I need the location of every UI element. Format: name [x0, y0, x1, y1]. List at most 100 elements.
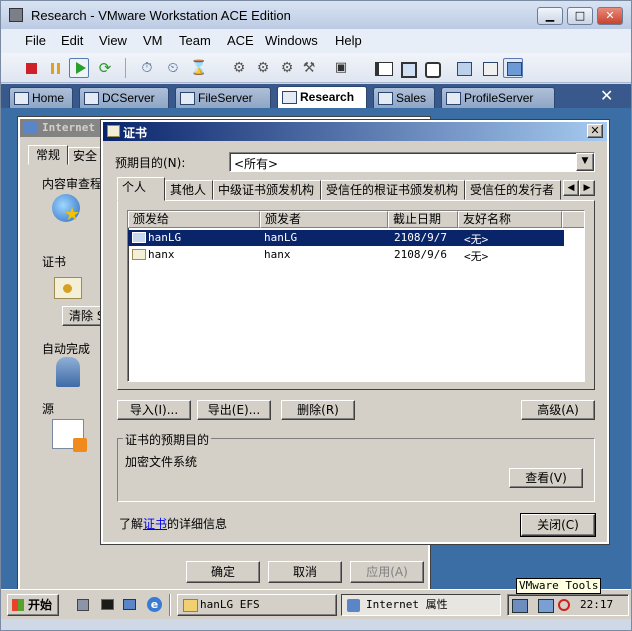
column-friendly-name[interactable]: 友好名称	[458, 211, 562, 228]
reset-icon[interactable]: ⟳	[95, 58, 115, 78]
import-button[interactable]: 导入(I)...	[117, 400, 191, 420]
vm-icon	[84, 92, 99, 105]
menu-edit[interactable]: Edit	[61, 33, 83, 48]
advanced-button[interactable]: 高级(A)	[521, 400, 595, 420]
suspend-icon[interactable]	[45, 58, 65, 78]
certificates-titlebar[interactable]: 证书 ✕	[103, 122, 607, 141]
table-row[interactable]: hanLG hanLG 2108/9/7 <无>	[128, 230, 564, 246]
export-button[interactable]: 导出(E)...	[197, 400, 271, 420]
purposes-group-label: 证书的预期目的	[123, 431, 212, 448]
menu-team[interactable]: Team	[179, 33, 211, 48]
tab-label: Research	[300, 90, 355, 104]
vmware-statusbar	[1, 619, 631, 630]
feeds-icon	[52, 419, 87, 452]
tab-intermediate-ca[interactable]: 中级证书颁发机构	[213, 180, 321, 200]
intended-purpose-select[interactable]: <所有> ▼	[229, 152, 595, 172]
revert-snapshot-icon[interactable]: ⏲	[163, 58, 183, 78]
tab-research[interactable]: Research	[277, 86, 367, 108]
column-issued-by[interactable]: 颁发者	[260, 211, 388, 228]
cancel-button[interactable]: 取消	[268, 561, 342, 583]
close-tab-icon[interactable]: ✕	[600, 86, 613, 105]
menu-ace[interactable]: ACE	[227, 33, 254, 48]
quick-switch-icon[interactable]	[421, 58, 441, 78]
cell-issued-by: hanx	[264, 248, 291, 261]
console-view-icon[interactable]	[503, 58, 523, 78]
team-reset-icon[interactable]: ⚙	[277, 58, 297, 78]
feeds-group-label: 源	[42, 402, 55, 416]
capture-icon[interactable]: ▣	[331, 58, 351, 78]
vmware-titlebar[interactable]: Research - VMware Workstation ACE Editio…	[1, 1, 631, 29]
team-suspend-icon[interactable]: ⚙	[253, 58, 273, 78]
tab-home[interactable]: Home	[9, 87, 73, 108]
team-power-icon[interactable]: ⚙	[229, 58, 249, 78]
minimize-button[interactable]: ▁	[537, 7, 563, 25]
windows-logo-icon	[12, 599, 24, 611]
ie-icon	[24, 121, 37, 134]
tab-scroll-left-icon[interactable]: ◀	[563, 180, 579, 196]
task-hanlg-efs[interactable]: hanLG EFS	[177, 594, 337, 616]
snapshot-icon[interactable]: ⏱	[137, 58, 157, 78]
apply-button[interactable]: 应用(A)	[350, 561, 424, 583]
tab-trusted-root-ca[interactable]: 受信任的根证书颁发机构	[321, 180, 465, 200]
dialog-title: 证书	[123, 126, 148, 140]
network-tray-icon[interactable]	[538, 599, 554, 613]
tab-sales[interactable]: Sales	[373, 87, 435, 108]
certificate-icon	[107, 125, 120, 137]
tab-dcserver[interactable]: DCServer	[79, 87, 169, 108]
purposes-value: 加密文件系统	[125, 455, 198, 469]
column-expiration[interactable]: 截止日期	[388, 211, 458, 228]
tab-label: Home	[32, 91, 65, 105]
power-on-icon[interactable]	[69, 58, 89, 78]
tab-general[interactable]: 常规	[28, 145, 68, 165]
tab-profileserver[interactable]: ProfileServer	[441, 87, 555, 108]
vm-icon	[180, 92, 195, 105]
dialog-close-action-button[interactable]: 关闭(C)	[520, 513, 596, 537]
cell-issued-by: hanLG	[264, 231, 298, 244]
learn-certificates-link[interactable]: 证书	[143, 517, 167, 531]
tab-trusted-publishers[interactable]: 受信任的发行者	[465, 180, 561, 200]
volume-muted-icon[interactable]	[558, 599, 570, 611]
chevron-down-icon[interactable]: ▼	[576, 153, 594, 171]
view-button[interactable]: 查看(V)	[509, 468, 583, 488]
tab-security[interactable]: 安全	[68, 147, 104, 165]
cell-expiration: 2108/9/7	[394, 231, 447, 244]
team-lan-icon[interactable]: ⚒	[299, 58, 319, 78]
quicklaunch-explorer-icon[interactable]	[123, 599, 136, 610]
fullscreen-icon[interactable]	[397, 58, 417, 78]
tab-label: FileServer	[198, 91, 253, 105]
certificate-row-icon	[132, 232, 146, 243]
cell-friendly-name: <无>	[464, 250, 489, 263]
menu-vm[interactable]: VM	[143, 33, 163, 48]
vm-icon	[446, 92, 461, 105]
tab-other-people[interactable]: 其他人	[165, 180, 213, 200]
menu-view[interactable]: View	[99, 33, 127, 48]
certificate-list[interactable]: 颁发给 颁发者 截止日期 友好名称 hanLG hanLG 2108/9/7 <…	[127, 210, 585, 382]
power-off-icon[interactable]	[21, 58, 41, 78]
summary-view-icon[interactable]	[453, 58, 473, 78]
task-internet-properties[interactable]: Internet 属性	[341, 594, 501, 616]
menu-file[interactable]: File	[25, 33, 46, 48]
start-button[interactable]: 开始	[7, 594, 59, 616]
quicklaunch-ie-icon[interactable]: e	[147, 597, 162, 612]
table-row[interactable]: hanx hanx 2108/9/6 <无>	[128, 247, 564, 263]
cell-expiration: 2108/9/6	[394, 248, 447, 261]
ie-icon	[347, 599, 360, 612]
quicklaunch-server-icon[interactable]	[77, 599, 89, 611]
dialog-close-button[interactable]: ✕	[587, 124, 603, 138]
ok-button[interactable]: 确定	[186, 561, 260, 583]
column-issued-to[interactable]: 颁发给	[128, 211, 260, 228]
maximize-button[interactable]: □	[567, 7, 593, 25]
remove-button[interactable]: 删除(R)	[281, 400, 355, 420]
tab-scroll-right-icon[interactable]: ▶	[579, 180, 595, 196]
vmware-tools-tray-icon[interactable]	[512, 599, 528, 613]
vmware-app-icon	[9, 8, 23, 22]
close-button[interactable]: ✕	[597, 7, 623, 25]
tab-fileserver[interactable]: FileServer	[175, 87, 271, 108]
quicklaunch-cmd-icon[interactable]	[101, 599, 114, 610]
sidebar-toggle-icon[interactable]	[371, 58, 393, 78]
menu-help[interactable]: Help	[335, 33, 362, 48]
tab-personal[interactable]: 个人	[117, 177, 165, 201]
appliance-view-icon[interactable]	[479, 58, 499, 78]
snapshot-manager-icon[interactable]: ⌛	[189, 58, 209, 78]
menu-windows[interactable]: Windows	[265, 33, 318, 48]
